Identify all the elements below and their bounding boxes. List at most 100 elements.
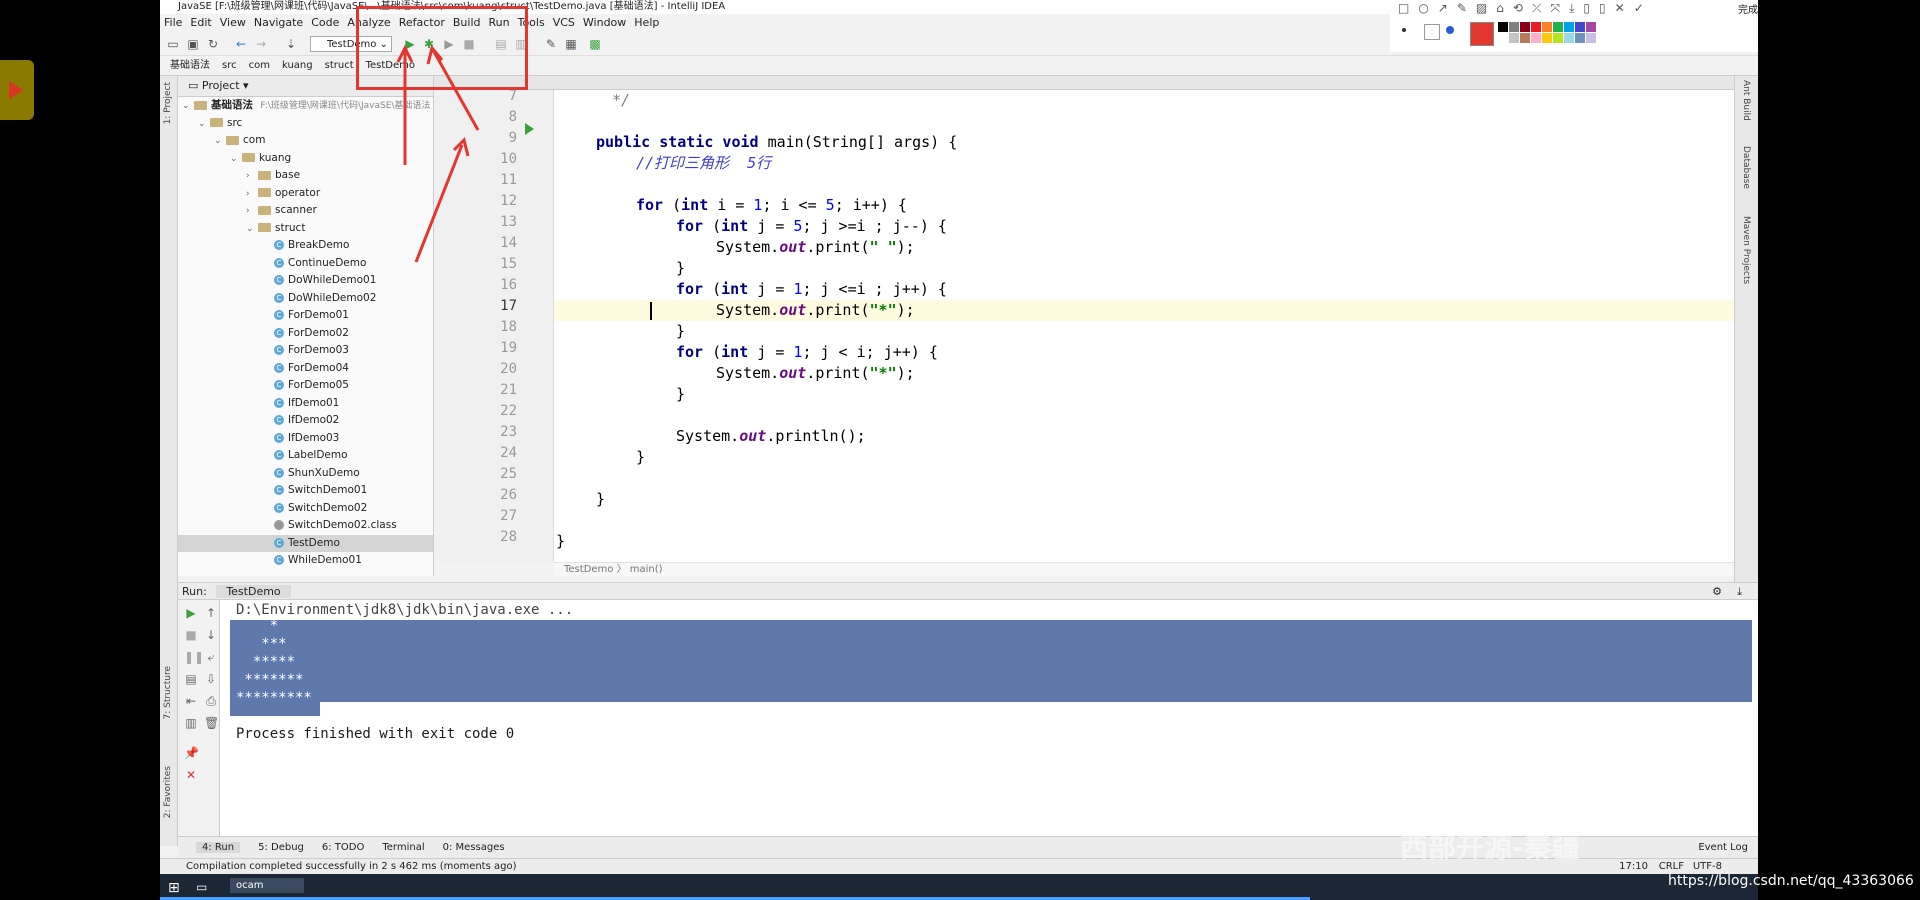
hide-icon[interactable]: ⤓ — [1737, 583, 1742, 601]
tree-node[interactable]: C ForDemo02 — [178, 325, 433, 343]
color-swatch[interactable] — [1564, 33, 1574, 43]
color-swatch[interactable] — [1586, 33, 1596, 43]
size-medium[interactable] — [1424, 24, 1440, 40]
gear-icon[interactable]: ⚙ — [1712, 583, 1722, 601]
selection-highlight — [230, 620, 1752, 702]
class-icon: C — [274, 310, 284, 320]
pause-icon[interactable]: ❚❚ — [184, 650, 204, 664]
start-icon[interactable]: ⊞ — [168, 880, 180, 896]
tree-node-label: ForDemo03 — [288, 344, 349, 356]
task-view-icon[interactable]: ▭ — [196, 880, 207, 894]
color-swatch[interactable] — [1531, 33, 1541, 43]
code-line: } — [596, 490, 606, 508]
text-caret — [650, 302, 652, 320]
color-swatch[interactable] — [1520, 22, 1530, 32]
line-number: 26 — [500, 487, 517, 503]
line-number: 23 — [500, 424, 517, 440]
event-log-tab[interactable]: Event Log — [1698, 837, 1748, 859]
console-line: ******* — [236, 672, 304, 688]
line-number: 24 — [500, 445, 517, 461]
tool-tab[interactable]: 6: TODO — [322, 842, 364, 853]
tree-node[interactable]: C IfDemo03 — [178, 430, 433, 448]
structure-tool-tab[interactable]: 7: Structure — [163, 666, 173, 720]
tree-node[interactable]: C IfDemo02 — [178, 412, 433, 430]
footer-method[interactable]: main() — [630, 564, 663, 575]
tree-node[interactable]: C WhileDemo01 — [178, 552, 433, 570]
console-line: ********* — [236, 690, 312, 706]
color-swatch[interactable] — [1575, 33, 1585, 43]
console-line: ***** — [236, 654, 296, 670]
tree-node[interactable]: C LabelDemo — [178, 447, 433, 465]
trash-icon[interactable]: 🗑 — [204, 716, 219, 730]
down-icon[interactable]: ↓ — [204, 628, 218, 642]
arrow-to-gutter — [414, 144, 464, 263]
code-line: System.out.println(); — [676, 427, 866, 445]
line-number: 18 — [500, 319, 517, 335]
print-icon[interactable]: ⎙ — [204, 694, 218, 708]
tree-node[interactable]: C ForDemo05 — [178, 377, 433, 395]
tool-tab[interactable]: Terminal — [382, 842, 424, 853]
tree-node-label: ForDemo02 — [288, 326, 349, 339]
color-swatch[interactable] — [1553, 33, 1563, 43]
color-swatch[interactable] — [1509, 33, 1519, 43]
code-line: System.out.print("*"); — [716, 301, 915, 319]
tree-node-label: IfDemo03 — [288, 431, 340, 444]
wrap-icon[interactable]: ⤶ — [204, 650, 218, 664]
color-swatch[interactable] — [1586, 22, 1596, 32]
tree-node[interactable]: C ShunXuDemo — [178, 465, 433, 483]
status-message: Compilation completed successfully in 2 … — [186, 861, 517, 872]
current-color-swatch[interactable] — [1470, 22, 1494, 46]
code-line: } — [676, 322, 686, 340]
size-large[interactable] — [1446, 26, 1454, 34]
size-small[interactable] — [1402, 28, 1406, 32]
color-swatch[interactable] — [1564, 22, 1574, 32]
color-swatch[interactable] — [1531, 22, 1541, 32]
class-icon: C — [274, 537, 284, 548]
stop-icon[interactable]: ■ — [184, 628, 198, 642]
up-icon[interactable]: ↑ — [204, 606, 218, 620]
tree-node[interactable]: SwitchDemo02.class — [178, 517, 433, 535]
favorites-tool-tab[interactable]: 2: Favorites — [163, 766, 173, 818]
tool-tab[interactable]: 0: Messages — [443, 842, 505, 853]
line-number: 21 — [500, 382, 517, 398]
color-swatch[interactable] — [1575, 22, 1585, 32]
color-swatch[interactable] — [1498, 22, 1508, 32]
tree-node[interactable]: C SwitchDemo01 — [178, 482, 433, 500]
code-line: } — [676, 385, 686, 403]
class-icon: C — [274, 485, 284, 495]
caret-position[interactable]: 17:10 — [1619, 859, 1648, 875]
annotation-done-label[interactable]: 完成 — [1738, 1, 1758, 16]
player-play-button[interactable] — [0, 60, 34, 120]
class-icon: C — [274, 362, 284, 373]
tree-node[interactable]: C ForDemo04 — [178, 360, 433, 378]
tree-node[interactable]: C ForDemo03 — [178, 342, 433, 360]
class-icon: C — [274, 397, 284, 408]
exit-icon[interactable]: ⇤ — [184, 694, 198, 708]
tool-tab[interactable]: 4: Run — [196, 842, 241, 853]
dump-icon[interactable]: ▤ — [184, 672, 198, 686]
intellij-window: JavaSE [F:\班级管理\网课班\代码\JavaSE\...\基础语法\s… — [160, 0, 1758, 880]
color-swatch[interactable] — [1498, 33, 1508, 43]
watermark-cn: 西部开源-秦疆 — [1400, 831, 1580, 864]
console-line: *** — [236, 636, 287, 652]
color-swatch[interactable] — [1542, 22, 1552, 32]
color-swatch[interactable] — [1509, 22, 1519, 32]
pin-icon[interactable]: 📌 — [184, 746, 199, 760]
tree-node[interactable]: C ForDemo01 — [178, 307, 433, 325]
layout-icon[interactable]: ▥ — [184, 716, 198, 730]
tree-node[interactable]: C IfDemo01 — [178, 395, 433, 413]
close-icon[interactable]: ✕ — [184, 768, 198, 782]
tool-tab[interactable]: 5: Debug — [258, 842, 304, 853]
scroll-end-icon[interactable]: ⇩ — [204, 672, 218, 686]
rerun-icon[interactable]: ▶ — [184, 606, 198, 620]
run-config-tab[interactable]: TestDemo — [216, 585, 291, 598]
editor-breadcrumb: TestDemo 〉 main() — [554, 562, 1758, 576]
tree-node[interactable]: C SwitchDemo02 — [178, 500, 433, 518]
tree-node[interactable]: C TestDemo — [178, 534, 433, 552]
color-swatch[interactable] — [1520, 33, 1530, 43]
console-output[interactable]: D:\Environment\jdk8\jdk\bin\java.exe ...… — [220, 600, 1758, 836]
color-swatch[interactable] — [1542, 33, 1552, 43]
footer-class[interactable]: TestDemo — [564, 564, 613, 575]
taskbar-app[interactable]: ocam — [230, 878, 304, 893]
color-swatch[interactable] — [1553, 22, 1563, 32]
